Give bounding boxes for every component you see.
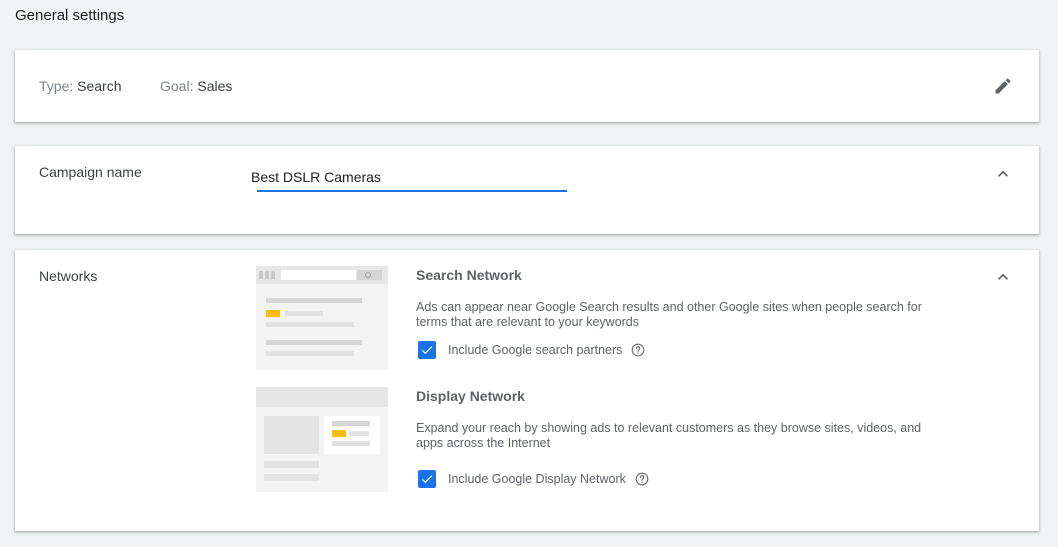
search-results-graphic bbox=[256, 266, 388, 356]
display-network-checkbox[interactable] bbox=[418, 470, 436, 488]
help-icon[interactable] bbox=[631, 343, 645, 357]
campaign-name-field-wrapper bbox=[251, 164, 567, 192]
search-partners-option[interactable]: Include Google search partners bbox=[418, 340, 645, 360]
display-network-title: Display Network bbox=[416, 388, 525, 404]
campaign-name-card: Campaign name bbox=[15, 146, 1039, 234]
type-value: Search bbox=[77, 78, 122, 94]
networks-card: Networks Search Network Ads can appear n… bbox=[15, 250, 1039, 531]
display-network-description-line: apps across the Internet bbox=[416, 436, 551, 450]
page-title: General settings bbox=[15, 7, 125, 24]
networks-label: Networks bbox=[39, 268, 98, 284]
search-partners-checkbox[interactable] bbox=[418, 341, 436, 359]
search-partners-label: Include Google search partners bbox=[448, 343, 623, 357]
chevron-up-icon bbox=[998, 170, 1008, 177]
search-network-description-line: terms that are relevant to your keywords bbox=[416, 315, 640, 329]
chevron-up-icon bbox=[998, 273, 1008, 280]
campaign-goal: Goal: Sales bbox=[160, 78, 232, 94]
input-focus-underline bbox=[257, 190, 567, 192]
display-network-illustration bbox=[256, 387, 388, 492]
display-network-label: Include Google Display Network bbox=[448, 472, 626, 486]
search-network-description: Ads can appear near Google Search result… bbox=[416, 300, 956, 330]
campaign-name-input[interactable] bbox=[251, 164, 567, 190]
edit-button[interactable] bbox=[993, 76, 1013, 96]
search-network-illustration bbox=[256, 266, 388, 370]
pencil-icon bbox=[995, 78, 1011, 94]
search-network-description-line: Ads can appear near Google Search result… bbox=[416, 300, 922, 314]
campaign-name-label: Campaign name bbox=[39, 164, 142, 180]
display-network-description-line: Expand your reach by showing ads to rele… bbox=[416, 421, 922, 435]
type-label: Type: bbox=[39, 78, 74, 94]
goal-value: Sales bbox=[197, 78, 233, 94]
display-network-description: Expand your reach by showing ads to rele… bbox=[416, 421, 956, 451]
checkmark-icon bbox=[421, 475, 433, 484]
campaign-type: Type: Search bbox=[39, 78, 122, 94]
search-network-title: Search Network bbox=[416, 267, 522, 283]
campaign-summary-card: Type: Search Goal: Sales bbox=[15, 50, 1039, 122]
collapse-campaign-name-button[interactable] bbox=[993, 164, 1013, 184]
checkmark-icon bbox=[421, 346, 433, 355]
display-ad-graphic bbox=[256, 387, 388, 481]
collapse-networks-button[interactable] bbox=[993, 267, 1013, 287]
help-icon[interactable] bbox=[635, 472, 649, 486]
goal-label: Goal: bbox=[160, 78, 194, 94]
display-network-option[interactable]: Include Google Display Network bbox=[418, 469, 649, 489]
